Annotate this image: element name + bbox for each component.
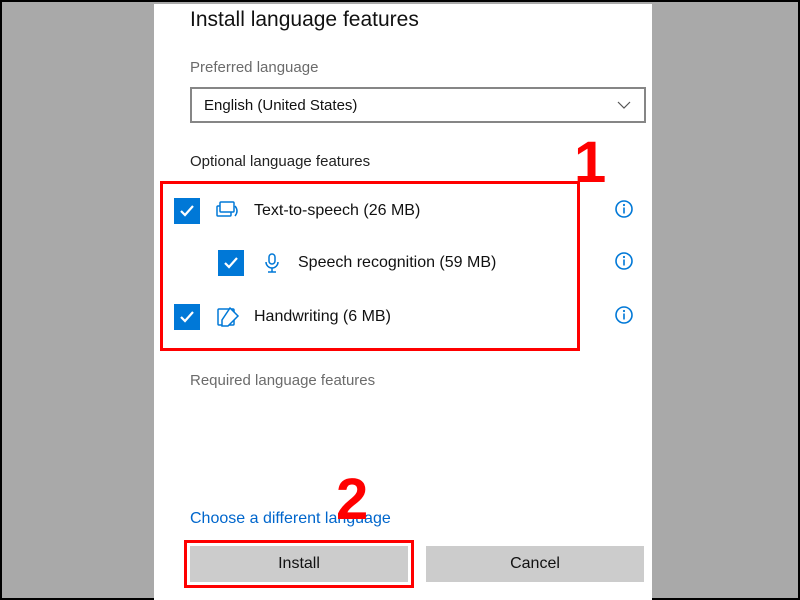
- cancel-button[interactable]: Cancel: [426, 546, 644, 582]
- feature-label: Speech recognition (59 MB): [298, 254, 496, 272]
- text-to-speech-icon: [216, 200, 240, 222]
- install-button[interactable]: Install: [190, 546, 408, 582]
- language-dropdown[interactable]: English (United States): [190, 87, 646, 123]
- checkbox-text-to-speech[interactable]: [174, 198, 200, 224]
- annotation-number-1: 1: [574, 129, 606, 196]
- dialog-title: Install language features: [190, 8, 419, 32]
- microphone-icon: [260, 252, 284, 274]
- feature-label: Handwriting (6 MB): [254, 308, 391, 326]
- info-icon-tts[interactable]: [614, 199, 634, 219]
- required-features-label: Required language features: [190, 372, 375, 389]
- language-dropdown-value: English (United States): [204, 97, 616, 114]
- feature-label: Text-to-speech (26 MB): [254, 202, 420, 220]
- install-language-dialog: Install language features Preferred lang…: [154, 4, 652, 600]
- feature-speech-recognition: Speech recognition (59 MB): [218, 243, 496, 283]
- feature-text-to-speech: Text-to-speech (26 MB): [174, 191, 420, 231]
- checkbox-speech-recognition[interactable]: [218, 250, 244, 276]
- feature-handwriting: Handwriting (6 MB): [174, 297, 391, 337]
- optional-features-label: Optional language features: [190, 153, 370, 170]
- checkbox-handwriting[interactable]: [174, 304, 200, 330]
- handwriting-icon: [216, 306, 240, 328]
- info-icon-sr[interactable]: [614, 251, 634, 271]
- info-icon-hw[interactable]: [614, 305, 634, 325]
- chevron-down-icon: [616, 97, 632, 113]
- annotation-number-2: 2: [336, 466, 368, 533]
- preferred-language-label: Preferred language: [190, 59, 318, 76]
